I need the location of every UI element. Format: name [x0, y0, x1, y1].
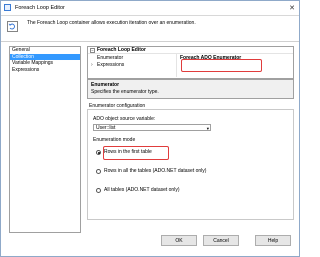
foreach-loop-icon: [7, 21, 18, 32]
radio-button-checked[interactable]: [96, 149, 101, 155]
close-icon[interactable]: ✕: [289, 4, 295, 12]
enumeration-mode-label: Enumeration mode: [93, 137, 136, 143]
cancel-button[interactable]: Cancel: [203, 235, 239, 246]
foreach-loop-editor-window: Foreach Loop Editor ✕ The Foreach Loop c…: [0, 0, 300, 257]
radio-label: All tables (ADO.NET dataset only): [104, 187, 180, 193]
description-text: The Foreach Loop container allows execut…: [27, 20, 196, 26]
annotation-highlight-enumerator: [181, 59, 262, 72]
annotation-highlight-mode: [103, 146, 169, 160]
property-help-box: Enumerator Specifies the enumerator type…: [87, 79, 294, 99]
ado-source-value: User::list: [96, 125, 116, 131]
property-grid: − Foreach Loop Editor Enumerator Foreach…: [87, 46, 294, 79]
enumerator-configuration-group: ADO object source variable: User::list ▾…: [87, 109, 294, 220]
help-title: Enumerator: [91, 82, 120, 88]
ado-source-dropdown[interactable]: User::list ▾: [93, 124, 211, 131]
radio-button[interactable]: [96, 187, 101, 193]
chevron-down-icon: ▾: [206, 126, 209, 131]
property-key: Enumerator: [97, 55, 124, 61]
help-text: Specifies the enumerator type.: [91, 89, 159, 95]
title-bar: Foreach Loop Editor ✕: [1, 1, 299, 16]
property-key: Expressions: [97, 62, 125, 68]
page-navigation-list: General Collection Variable Mappings Exp…: [9, 46, 81, 233]
property-grid-header: − Foreach Loop Editor: [88, 47, 293, 54]
expand-icon[interactable]: ›: [91, 62, 93, 69]
collapse-icon[interactable]: −: [90, 48, 95, 53]
window-title: Foreach Loop Editor: [15, 5, 65, 11]
nav-item-expressions[interactable]: Expressions: [10, 67, 80, 74]
description-bar: The Foreach Loop container allows execut…: [1, 16, 299, 42]
ok-button[interactable]: OK: [161, 235, 197, 246]
radio-button[interactable]: [96, 168, 101, 174]
app-icon: [4, 4, 11, 11]
radio-label: Rows in all the tables (ADO.NET dataset …: [104, 168, 207, 174]
help-button[interactable]: Help: [255, 235, 291, 246]
ado-source-label: ADO object source variable:: [93, 116, 156, 122]
property-grid-header-label: Foreach Loop Editor: [97, 47, 146, 53]
